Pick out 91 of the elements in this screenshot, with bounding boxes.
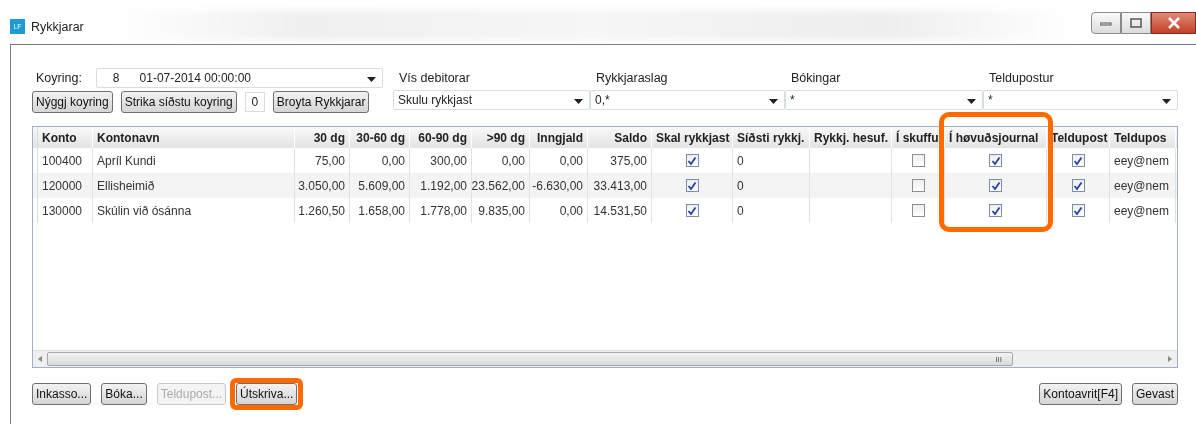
- checkbox[interactable]: [911, 204, 925, 217]
- table-cell: 0,00: [559, 153, 583, 168]
- caret-icon: [769, 99, 778, 104]
- grip-icon: III: [995, 354, 1002, 364]
- column-header[interactable]: 30-60 dg: [350, 127, 410, 148]
- koyring-label: Koyring:: [36, 71, 82, 85]
- toolbar-button[interactable]: Strika síðstu koyring: [120, 91, 237, 113]
- table-cell: 0: [737, 203, 744, 218]
- maximize-button[interactable]: [1121, 12, 1151, 34]
- column-header[interactable]: Í skuffu: [892, 127, 945, 148]
- close-icon: [1166, 17, 1181, 29]
- filter-dropdown[interactable]: *: [983, 90, 1178, 110]
- checkbox[interactable]: [1071, 204, 1085, 217]
- scrollbar-thumb[interactable]: III: [47, 352, 1013, 366]
- table-cell: 375,00: [610, 153, 647, 168]
- table-cell: 1.778,00: [420, 203, 467, 218]
- filter-dropdown[interactable]: *: [785, 90, 983, 110]
- column-header[interactable]: Konto: [38, 127, 93, 148]
- horizontal-scrollbar[interactable]: III: [33, 350, 1177, 367]
- table-cell: 0,00: [381, 153, 405, 168]
- action-button[interactable]: Gevast: [1132, 383, 1178, 405]
- caret-icon: [366, 77, 376, 82]
- checkbox[interactable]: [989, 179, 1002, 192]
- filter-dropdown[interactable]: 0,*: [590, 90, 785, 110]
- checkbox[interactable]: [1071, 154, 1085, 167]
- window-title: Rykkjarar: [31, 20, 84, 34]
- table-cell: 33.413,00: [593, 178, 647, 193]
- table-cell: 9.835,00: [478, 203, 525, 218]
- action-button[interactable]: Útskriva...: [236, 383, 298, 405]
- checkbox[interactable]: [685, 154, 699, 167]
- table-cell: eey@nem: [1114, 178, 1169, 193]
- table-cell: 0,00: [501, 153, 525, 168]
- checkbox[interactable]: [911, 154, 925, 167]
- action-button[interactable]: Bóka...: [101, 383, 147, 405]
- column-header[interactable]: Teldupos: [1110, 127, 1176, 148]
- filter-label: Teldupostur: [988, 71, 1055, 85]
- table-cell: 1.192,00: [420, 178, 467, 193]
- table-cell: eey@nem: [1114, 153, 1169, 168]
- filter-label: Vís debitorar: [398, 71, 471, 85]
- column-header[interactable]: Í høvuðsjournal: [945, 127, 1047, 148]
- table-cell: Ellisheimið: [97, 178, 155, 193]
- checkbox[interactable]: [1071, 179, 1085, 192]
- column-header[interactable]: Teldupost: [1047, 127, 1110, 148]
- table-cell: Apríl Kundi: [97, 153, 156, 168]
- table-cell: Skúlin við ósánna: [97, 203, 192, 218]
- table-cell: 0: [737, 178, 744, 193]
- column-header[interactable]: 30 dg: [295, 127, 350, 148]
- column-header[interactable]: >90 dg: [472, 127, 530, 148]
- caret-icon: [574, 99, 583, 104]
- column-header[interactable]: 60-90 dg: [410, 127, 472, 148]
- toolbar-button[interactable]: Nýggj koyring: [32, 91, 113, 113]
- column-header[interactable]: Inngjald: [530, 127, 588, 148]
- minimize-button[interactable]: [1091, 12, 1121, 34]
- table-cell: 14.531,50: [593, 203, 647, 218]
- caret-icon: [1162, 99, 1171, 104]
- table-cell: 1.260,50: [298, 203, 345, 218]
- checkbox[interactable]: [989, 154, 1002, 167]
- table-cell: 300,00: [430, 153, 467, 168]
- column-header[interactable]: Skal rykkjast: [652, 127, 733, 148]
- column-header[interactable]: Rykkj. hesuf.: [810, 127, 892, 148]
- filter-label: Bókingar: [790, 71, 842, 85]
- table-cell: 120000: [42, 178, 83, 193]
- table-cell: 75,00: [314, 153, 345, 168]
- maximize-icon: [1130, 18, 1142, 28]
- koyring-dropdown[interactable]: 8 01-07-2014 00:00:00: [95, 68, 383, 88]
- table-cell: 100400: [42, 153, 83, 168]
- toolbar-button[interactable]: Broyta Rykkjarar: [272, 91, 370, 113]
- action-button[interactable]: Inkasso...: [32, 383, 92, 405]
- table-cell: 5.609,00: [358, 178, 405, 193]
- column-header[interactable]: Síðsti rykkj.: [733, 127, 810, 148]
- column-header[interactable]: Saldo: [588, 127, 652, 148]
- checkbox[interactable]: [685, 204, 699, 217]
- filter-dropdown[interactable]: Skulu rykkjast: [393, 90, 590, 110]
- caret-icon: [967, 99, 976, 104]
- minimize-icon: [1100, 20, 1112, 26]
- table-cell: 3.050,00: [298, 178, 345, 193]
- table-cell: 23.562,00: [471, 178, 525, 193]
- table-cell: eey@nem: [1114, 203, 1169, 218]
- table-cell: 0: [737, 153, 744, 168]
- checkbox[interactable]: [989, 204, 1002, 217]
- table-cell: 130000: [42, 203, 83, 218]
- filter-label: Rykkjaraslag: [595, 71, 669, 85]
- close-button[interactable]: [1151, 12, 1196, 34]
- column-header[interactable]: Kontonavn: [93, 127, 295, 148]
- table-cell: 0,00: [559, 203, 583, 218]
- checkbox[interactable]: [911, 179, 925, 192]
- table-cell: -6.630,00: [532, 178, 583, 193]
- action-button[interactable]: Kontoavrit[F4]: [1039, 383, 1122, 405]
- number-field[interactable]: 0: [244, 92, 265, 112]
- checkbox[interactable]: [685, 179, 699, 192]
- table-cell: 1.658,00: [358, 203, 405, 218]
